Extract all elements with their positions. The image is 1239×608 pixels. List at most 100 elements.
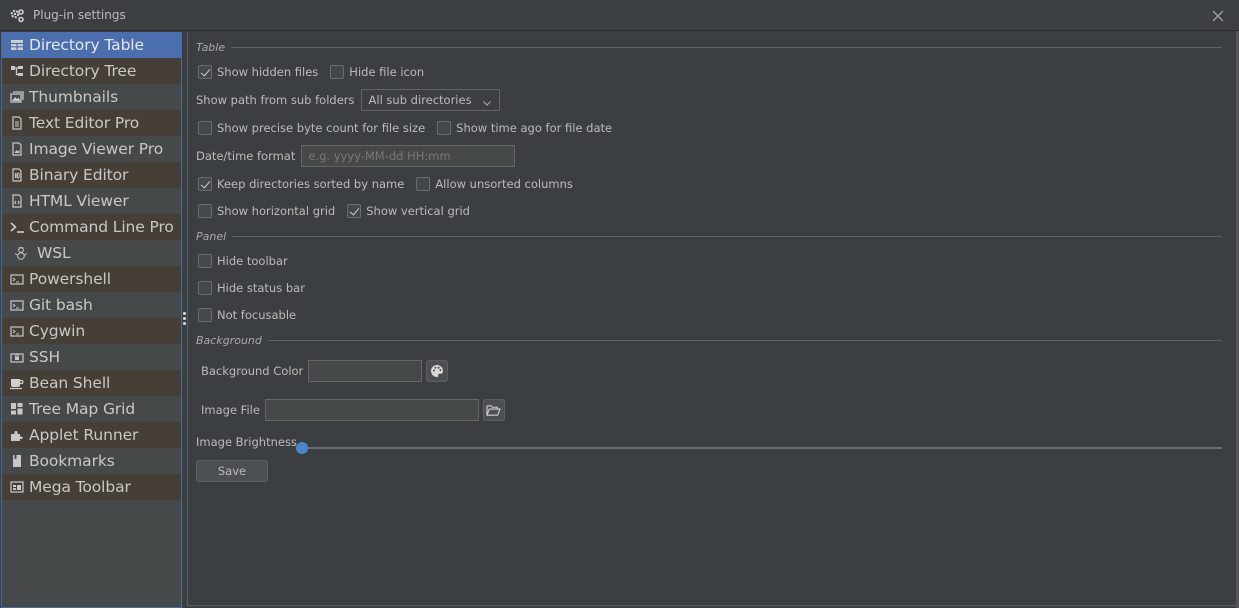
row-hide-status-bar: Hide status bar [198,281,317,295]
sidebar-item-image-viewer-pro[interactable]: Image Viewer Pro [2,136,181,162]
row-show-path: Show path from sub folders All sub direc… [196,89,500,111]
checkbox-box[interactable] [330,65,345,79]
sidebar-item-label: Powershell [29,270,111,288]
html-file-icon [10,194,24,208]
console-icon [10,324,24,338]
sidebar-item-text-editor-pro[interactable]: Text Editor Pro [2,110,181,136]
sidebar-item-label: Image Viewer Pro [29,140,164,158]
toolbar-icon [10,480,24,494]
image-brightness-label: Image Brightness [196,435,297,449]
sidebar-item-thumbnails[interactable]: Thumbnails [2,84,181,110]
sidebar-item-label: Binary Editor [29,166,129,184]
sidebar-item-powershell[interactable]: Powershell [2,266,181,292]
sidebar-item-label: WSL [37,244,71,262]
show-hidden-files-checkbox[interactable]: Show hidden files [198,65,318,79]
lock-console-icon [10,350,24,364]
terminal-prompt-icon [10,220,24,234]
checkbox-box[interactable] [416,177,431,191]
section-divider [267,340,1222,341]
hide-file-icon-checkbox[interactable]: Hide file icon [330,65,424,79]
section-table: Table [196,41,1222,54]
row-hide-toolbar: Hide toolbar [198,254,300,268]
checkbox-box[interactable] [198,65,212,79]
sidebar-item-tree-map-grid[interactable]: Tree Map Grid [2,396,181,422]
row-datetime-format: Date/time format e.g. yyyy-MM-dd HH:mm [196,145,516,167]
show-path-dropdown[interactable]: All sub directories [360,89,500,111]
sidebar-item-label: Applet Runner [29,426,139,444]
sidebar-item-cygwin[interactable]: Cygwin [2,318,181,344]
checkbox-box[interactable] [347,204,362,218]
checkbox-box[interactable] [198,204,212,218]
save-button[interactable]: Save [196,460,268,482]
image-file-input[interactable] [264,399,479,421]
sidebar-item-wsl[interactable]: WSL [2,240,181,266]
sidebar-item-command-line-pro[interactable]: Command Line Pro [2,214,181,240]
section-title: Background [196,334,262,347]
datetime-format-label: Date/time format [196,149,296,163]
sidebar-item-mega-toolbar[interactable]: Mega Toolbar [2,474,181,500]
row-image-file: Image File [201,399,505,421]
image-file-label: Image File [201,403,260,417]
slider-thumb[interactable] [296,442,308,454]
tree-icon [10,64,24,78]
sidebar-item-html-viewer[interactable]: HTML Viewer [2,188,181,214]
browse-file-button[interactable] [482,399,505,421]
puzzle-icon [10,428,24,442]
precise-byte-count-checkbox[interactable]: Show precise byte count for file size [198,121,425,135]
sidebar-item-git-bash[interactable]: Git bash [2,292,181,318]
window-title: Plug-in settings [33,8,126,22]
checkbox-box[interactable] [198,281,212,295]
settings-panel: Table Show hidden files Hide file icon S… [187,32,1236,606]
allow-unsorted-checkbox[interactable]: Allow unsorted columns [416,177,573,191]
sidebar-item-bookmarks[interactable]: Bookmarks [2,448,181,474]
table-icon [10,38,24,52]
hide-status-bar-checkbox[interactable]: Hide status bar [198,281,305,295]
sidebar-item-label: Directory Table [29,36,144,54]
close-icon[interactable] [1211,8,1225,22]
console-icon [10,298,24,312]
datetime-format-input[interactable]: e.g. yyyy-MM-dd HH:mm [301,145,516,167]
folder-open-icon [486,404,502,416]
palette-icon [431,365,444,377]
sidebar-item-ssh[interactable]: SSH [2,344,181,370]
sidebar-item-directory-tree[interactable]: Directory Tree [2,58,181,84]
row-image-brightness: Image Brightness [196,435,297,449]
image-file-icon [10,142,24,156]
background-color-label: Background Color [201,364,304,378]
row-byte-count: Show precise byte count for file size Sh… [198,121,624,135]
sidebar-item-directory-table[interactable]: Directory Table [2,32,181,58]
sidebar-item-label: Mega Toolbar [29,478,131,496]
not-focusable-checkbox[interactable]: Not focusable [198,308,296,322]
keep-sorted-checkbox[interactable]: Keep directories sorted by name [198,177,404,191]
text-file-icon [10,116,24,130]
sidebar-item-label: Bean Shell [29,374,111,392]
sidebar-item-binary-editor[interactable]: Binary Editor [2,162,181,188]
row-background-color: Background Color [201,360,449,382]
horizontal-grid-checkbox[interactable]: Show horizontal grid [198,204,335,218]
vertical-grid-checkbox[interactable]: Show vertical grid [347,204,470,218]
row-hidden-files: Show hidden files Hide file icon [198,65,436,79]
section-title: Panel [196,230,227,243]
image-gallery-icon [10,90,24,104]
checkbox-box[interactable] [198,254,212,268]
checkbox-box[interactable] [198,177,212,191]
hide-toolbar-checkbox[interactable]: Hide toolbar [198,254,288,268]
time-ago-checkbox[interactable]: Show time ago for file date [437,121,612,135]
image-brightness-slider[interactable] [296,441,1222,455]
sidebar-item-applet-runner[interactable]: Applet Runner [2,422,181,448]
sidebar-item-bean-shell[interactable]: Bean Shell [2,370,181,396]
color-picker-button[interactable] [426,360,449,382]
section-panel: Panel [196,230,1222,243]
sidebar-item-label: Tree Map Grid [29,400,136,418]
checkbox-box[interactable] [437,121,452,135]
section-divider [232,236,1222,237]
checkbox-box[interactable] [198,121,212,135]
title-bar: Plug-in settings [0,0,1239,31]
section-divider [231,47,1222,48]
background-color-input[interactable] [308,360,423,382]
snowman-icon [14,246,28,260]
coffee-cup-icon [10,376,24,390]
sidebar-item-label: HTML Viewer [29,192,129,210]
checkbox-box[interactable] [198,308,212,322]
console-icon [10,272,24,286]
